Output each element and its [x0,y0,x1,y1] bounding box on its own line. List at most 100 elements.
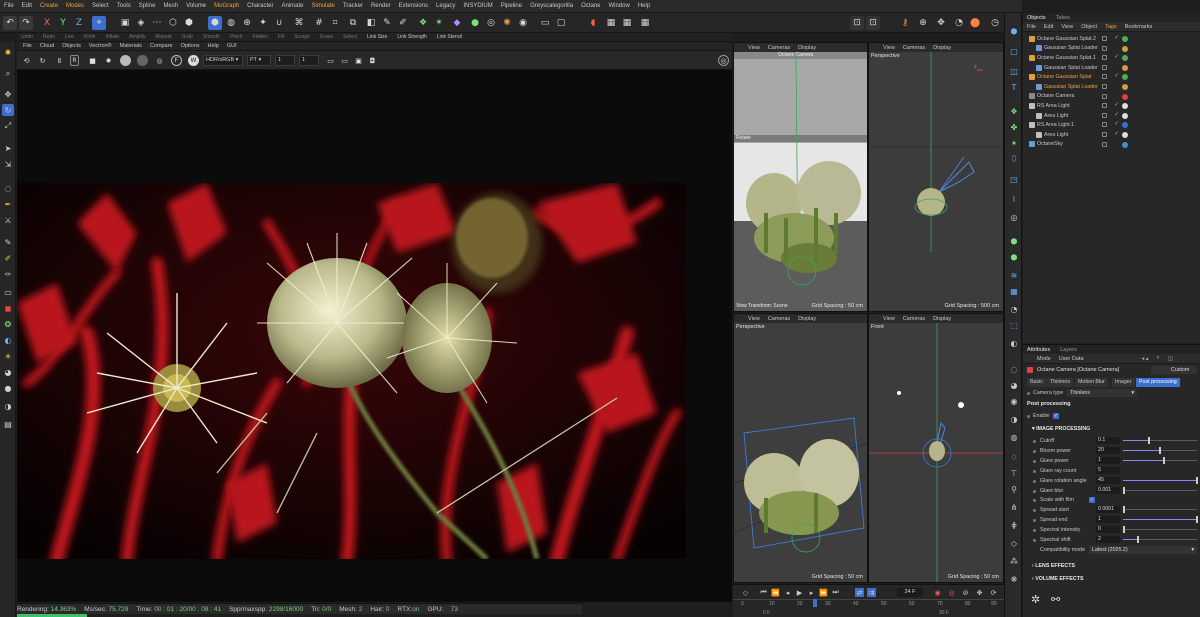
move-icon[interactable]: ✥ [2,88,14,100]
environment-icon[interactable]: ⬚ [1008,319,1020,331]
record-icon[interactable]: ◔ [952,16,966,30]
range-icon[interactable]: ⇉ [867,588,876,597]
menu-cameras[interactable]: Cameras [768,316,790,322]
material-tag-icon[interactable] [1122,64,1128,71]
param-value-field[interactable]: 0.001 [1096,486,1120,494]
record-key-icon[interactable]: ◉ [933,588,942,597]
image-processing-section[interactable]: ▾ IMAGE PROCESSING [1032,426,1090,432]
coordinate-system-icon[interactable]: ⌖ [92,16,106,30]
next-frame-icon[interactable]: ▸ [807,588,816,597]
visibility-toggles[interactable] [1102,141,1107,147]
material-tag-icon[interactable] [1122,132,1128,138]
menu-file[interactable]: File [1027,24,1036,30]
param-slider[interactable] [1123,516,1198,524]
menu-pipeline[interactable]: Pipeline [501,3,522,9]
tab-objects[interactable]: Objects [1027,15,1046,21]
object-row[interactable]: Gaussian Splat Loader [1023,63,1200,73]
model-mode-icon[interactable]: ▣ [118,16,132,30]
symmetry-object-icon[interactable]: ✤ [1008,121,1020,133]
text-object-icon[interactable]: T [1008,81,1020,93]
search-icon[interactable]: ⌕ [1157,355,1160,362]
menu-render[interactable]: Render [371,3,391,9]
polygons-mode-icon[interactable]: ⬢ [182,16,196,30]
render-active-icon[interactable]: ⬤ [968,16,982,30]
material-tag-icon[interactable] [1122,36,1128,42]
helper-object-icon[interactable]: ◑ [1008,413,1020,425]
sketch-icon[interactable]: ✐ [396,16,410,30]
cloner-icon[interactable]: ✶ [432,16,446,30]
volume-effects-section[interactable]: › VOLUME EFFECTS [1032,576,1084,582]
lock-icon[interactable]: ◫ [1168,356,1173,362]
rotate-icon[interactable]: ↻ [2,104,14,116]
paint-icon[interactable]: ✎ [2,236,14,248]
lens-effects-section[interactable]: › LENS EFFECTS [1032,563,1075,569]
keyframe-diamond-icon[interactable]: ◇ [741,588,750,597]
pencil-icon[interactable]: ✐ [2,252,14,264]
param-keyframe-dot[interactable] [1033,539,1036,542]
visibility-toggles[interactable] [1102,74,1107,80]
object-row[interactable]: Area Light ✓ [1023,111,1200,121]
key-icon[interactable]: ⚷ [898,16,912,30]
menu-view[interactable]: View [883,45,895,51]
param-value-field[interactable]: 0.1 [1096,437,1120,444]
next-key-icon[interactable]: ⏩ [819,588,828,597]
menu-display[interactable]: Display [933,45,951,51]
cloth-object-icon[interactable]: ◇ [1008,537,1020,549]
disc-object-icon[interactable]: ◍ [1008,431,1020,443]
object-row[interactable]: Gaussian Splat Loader [1023,82,1200,92]
menu-mesh[interactable]: Mesh [163,3,178,9]
grey-clay-icon[interactable] [137,55,148,66]
snap-toggle-icon[interactable]: ⊡ [850,16,864,30]
menu-view[interactable]: View [748,316,760,322]
edges-mode-icon[interactable]: ⬡ [166,16,180,30]
compatibility-mode-select[interactable]: Latest (2025.2) ▾ [1089,546,1197,554]
material-tag-icon[interactable] [1122,84,1128,90]
visibility-toggles[interactable] [1102,64,1107,70]
volume-object-icon[interactable]: ❋ [1008,573,1020,585]
param-keyframe-dot[interactable] [1033,479,1036,483]
layers-icon[interactable]: ▤ [2,418,14,430]
param-keyframe-dot[interactable] [1033,469,1036,473]
timer-icon[interactable]: ◷ [988,16,1002,30]
object-row[interactable]: Gaussian Splat Loader [1023,44,1200,54]
workplane-align-icon[interactable]: ⧉ [346,16,360,30]
camera-icon[interactable]: ▭ [538,16,552,30]
effector-icon[interactable]: ⬢ [1008,251,1020,263]
object-row[interactable]: OctaneSky [1023,140,1200,150]
octane-sphere-icon[interactable]: ● [2,382,14,394]
magnet-icon[interactable]: ∪ [272,16,286,30]
sculpt-tool-grab[interactable]: Grab [182,34,193,40]
param-value-field[interactable]: 1 [1096,456,1120,464]
render-menu-vectron-[interactable]: Vectron® [89,43,112,49]
visibility-toggles[interactable] [1102,103,1107,109]
render-menu-file[interactable]: File [23,43,32,49]
search-icon[interactable]: ⌕ [2,68,14,80]
send-scene-icon[interactable]: ⟲ [21,55,32,66]
sculpt-tool-fill[interactable]: Fill [278,34,284,40]
render-menu-options[interactable]: Options [181,43,200,49]
octane-object-icon[interactable]: ◕ [2,366,14,378]
menu-simulate[interactable]: Simulate [312,3,335,9]
knife-icon[interactable]: ⚔ [2,214,14,226]
undo-icon[interactable]: ↶ [3,16,17,30]
viewport-bottom-left[interactable]: View Cameras Display Perspective Grid Sp… [733,313,868,583]
param-value-field[interactable]: 45 [1096,476,1120,484]
shirt-object-icon[interactable]: ⊤ [1008,467,1020,479]
visibility-toggles[interactable] [1102,93,1107,99]
subtab-post-processing[interactable]: Post processing [1136,378,1180,387]
menu-edit[interactable]: Edit [22,3,32,9]
axis-y-toggle[interactable]: Y [56,16,70,30]
menu-cameras[interactable]: Cameras [903,316,925,322]
landscape-icon[interactable]: ≋ [1008,269,1020,281]
enable-checkbox[interactable]: ✓ [1053,413,1059,419]
goto-end-icon[interactable]: ⏭ [831,588,840,597]
param-slider[interactable] [1123,476,1198,484]
uv-mode-icon[interactable]: ◍ [224,16,238,30]
param-slider[interactable] [1123,437,1197,444]
menu-edit[interactable]: Edit [1044,24,1053,30]
snap-icon[interactable]: ⊕ [240,16,254,30]
scale-icon[interactable]: ⤢ [2,120,14,132]
sculpt-tool-link-size[interactable]: Link Size [367,34,387,40]
sky-icon[interactable]: ◔ [1008,303,1020,315]
joint-object-icon[interactable]: ⚲ [1008,483,1020,495]
